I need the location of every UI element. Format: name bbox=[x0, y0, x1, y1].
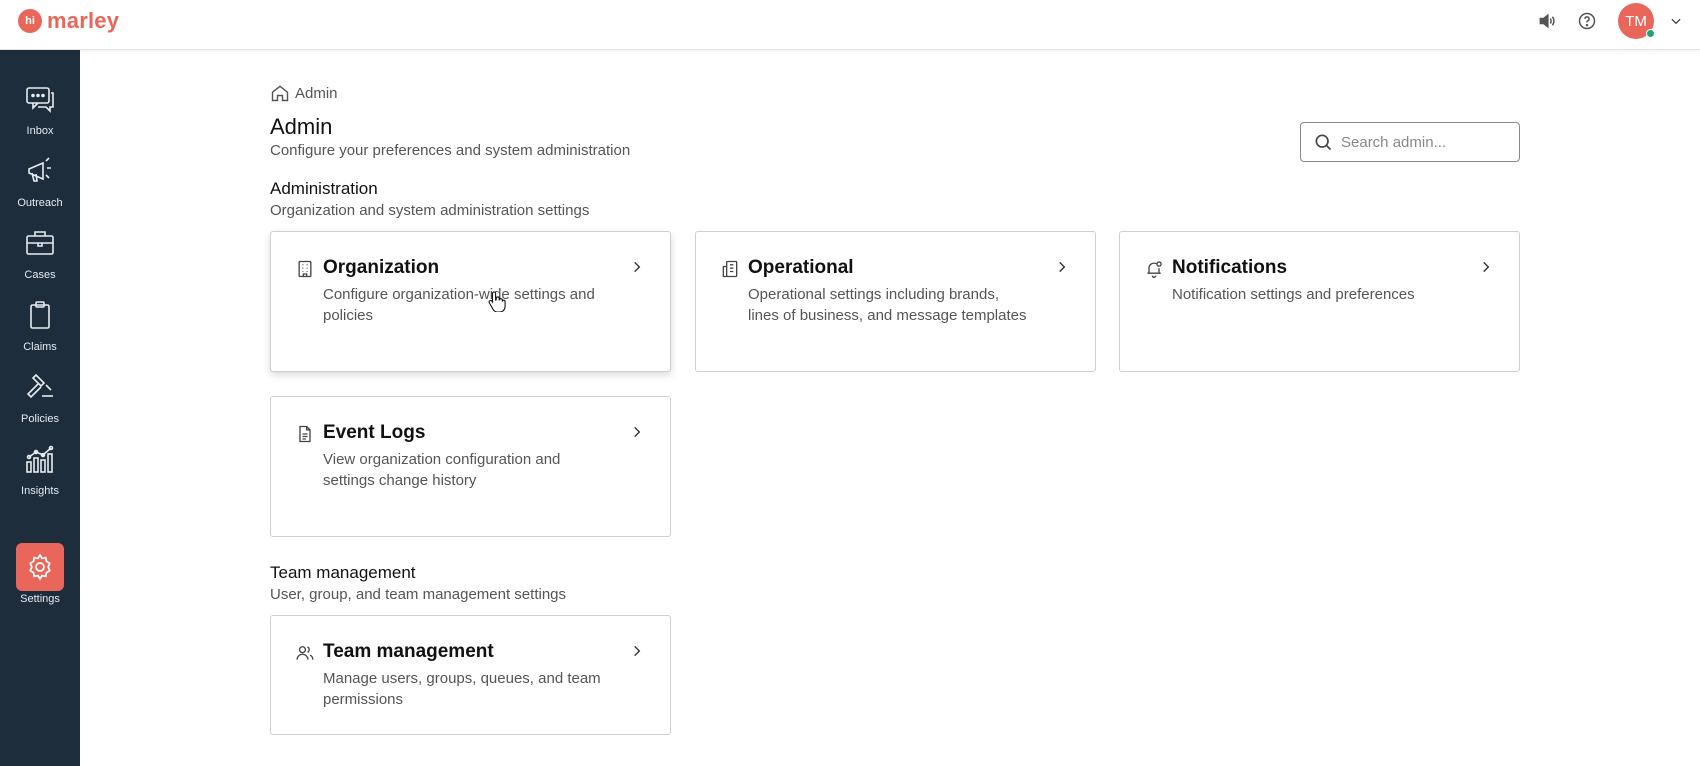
users-icon bbox=[295, 643, 315, 663]
section-title-team-management: Team management bbox=[270, 563, 416, 582]
logo-badge: hi bbox=[18, 9, 42, 33]
sidebar-item-label: Settings bbox=[20, 593, 60, 605]
search-input[interactable] bbox=[1341, 133, 1511, 151]
sidebar-item-policies[interactable]: Policies bbox=[0, 363, 80, 435]
help-icon[interactable] bbox=[1574, 8, 1600, 34]
sidebar-item-label: Claims bbox=[23, 341, 57, 353]
chevron-right-icon bbox=[630, 260, 644, 274]
chevron-right-icon bbox=[1055, 260, 1069, 274]
search-icon bbox=[1315, 134, 1332, 151]
sidebar-item-label: Cases bbox=[24, 269, 56, 281]
search-box[interactable] bbox=[1300, 122, 1520, 162]
chevron-right-icon bbox=[1479, 260, 1493, 274]
card-title: Operational bbox=[748, 257, 854, 278]
card-team-management[interactable]: Team management Manage users, groups, qu… bbox=[270, 615, 671, 735]
card-title: Organization bbox=[323, 257, 440, 278]
breadcrumb: Admin bbox=[270, 83, 338, 103]
sidebar-item-claims[interactable]: Claims bbox=[0, 291, 80, 363]
card-title: Team management bbox=[323, 641, 494, 662]
document-icon bbox=[295, 424, 315, 444]
sidebar-item-label: Outreach bbox=[17, 197, 63, 209]
card-organization[interactable]: Organization Configure organization-wide… bbox=[270, 231, 671, 372]
marley-logo[interactable]: hi marley bbox=[18, 8, 119, 34]
card-description: Manage users, groups, queues, and team p… bbox=[323, 670, 601, 708]
bell-icon bbox=[1144, 259, 1164, 279]
card-description: Operational settings including brands, l… bbox=[748, 286, 1027, 324]
page-subtitle: Configure your preferences and system ad… bbox=[270, 142, 631, 159]
card-operational[interactable]: Operational Operational settings includi… bbox=[695, 231, 1096, 372]
speaker-icon[interactable] bbox=[1534, 8, 1560, 34]
sidebar-item-label: Policies bbox=[21, 413, 59, 425]
sidebar-item-settings[interactable]: Settings bbox=[0, 543, 80, 615]
card-description: View organization configuration and sett… bbox=[323, 451, 561, 489]
card-notifications[interactable]: Notifications Notification settings and … bbox=[1119, 231, 1520, 372]
sidebar-item-outreach[interactable]: Outreach bbox=[0, 147, 80, 219]
briefcase-icon bbox=[16, 219, 64, 267]
gear-icon bbox=[16, 543, 64, 591]
section-subtitle-team-management: User, group, and team management setting… bbox=[270, 586, 567, 603]
card-description: Configure organization-wide settings and… bbox=[323, 286, 595, 324]
logo-text: marley bbox=[47, 8, 120, 33]
user-avatar[interactable]: TM bbox=[1618, 3, 1655, 39]
card-event-logs[interactable]: Event Logs View organization configurati… bbox=[270, 396, 671, 537]
section-subtitle-administration: Organization and system administration s… bbox=[270, 202, 590, 219]
card-title: Notifications bbox=[1172, 257, 1288, 278]
gavel-icon bbox=[16, 363, 64, 411]
avatar-initials: TM bbox=[1625, 12, 1647, 30]
breadcrumb-admin[interactable]: Admin bbox=[295, 85, 338, 102]
page-title: Admin bbox=[270, 114, 333, 139]
sidebar-nav: Inbox Outreach Cases Claims Policies Ins… bbox=[0, 50, 80, 766]
bar-chart-icon bbox=[16, 435, 64, 483]
megaphone-icon bbox=[16, 147, 64, 195]
online-status-dot bbox=[1646, 29, 1655, 38]
sidebar-item-label: Inbox bbox=[26, 125, 54, 137]
building-icon bbox=[295, 259, 315, 279]
sidebar-item-label: Insights bbox=[21, 485, 59, 497]
chevron-right-icon bbox=[630, 425, 644, 439]
card-description: Notification settings and preferences bbox=[1172, 286, 1415, 303]
chat-bubbles-icon bbox=[16, 75, 64, 123]
main-content: Admin Admin Configure your preferences a… bbox=[80, 50, 1700, 766]
section-title-administration: Administration bbox=[270, 179, 378, 198]
clipboard-icon bbox=[16, 291, 64, 339]
top-bar: hi marley TM bbox=[0, 0, 1700, 50]
top-actions: TM bbox=[1534, 3, 1684, 39]
chevron-down-icon[interactable] bbox=[1668, 13, 1684, 29]
office-building-icon bbox=[720, 259, 740, 279]
sidebar-item-insights[interactable]: Insights bbox=[0, 435, 80, 507]
sidebar-item-inbox[interactable]: Inbox bbox=[0, 75, 80, 147]
card-title: Event Logs bbox=[323, 422, 426, 443]
sidebar-item-cases[interactable]: Cases bbox=[0, 219, 80, 291]
chevron-right-icon bbox=[630, 644, 644, 658]
home-icon[interactable] bbox=[270, 83, 290, 103]
